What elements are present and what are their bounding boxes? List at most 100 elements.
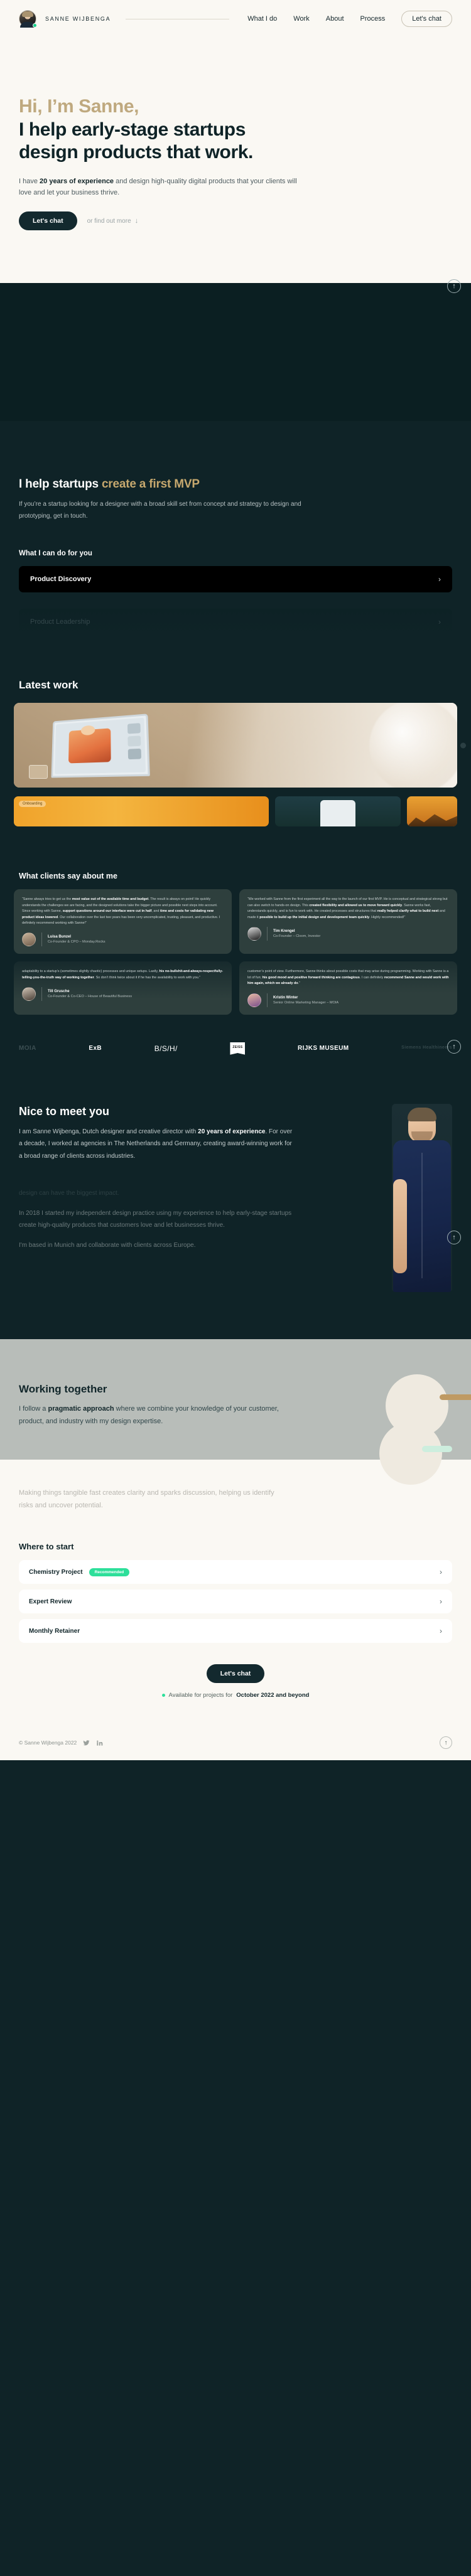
- hero-headline: Hi, I’m Sanne, I help early-stage startu…: [19, 95, 452, 164]
- author-name: Till Grusche: [48, 990, 70, 994]
- work-carousel[interactable]: [0, 703, 471, 788]
- decorative-circle-2: [379, 1421, 442, 1485]
- testimonial-quote: adaptability to a startup’s (sometimes s…: [22, 970, 224, 980]
- services-lead: If you’re a startup looking for a design…: [19, 501, 301, 520]
- mountain-shape: [407, 814, 457, 827]
- video-call-tiles: [127, 723, 142, 760]
- nav-link-what-i-do[interactable]: What I do: [247, 15, 277, 23]
- logo-zeiss: ZEISS: [230, 1042, 246, 1055]
- footer-copyright: © Sanne Wijbenga 2022: [19, 1740, 77, 1746]
- hero-headline-line2: design products that work.: [19, 142, 253, 163]
- about-paragraph-3: In 2018 I started my independent design …: [19, 1209, 292, 1229]
- work-card-thumbnail: [29, 765, 48, 779]
- work-strip: Onboarding: [0, 796, 471, 827]
- start-option-expert-review[interactable]: Expert Review ›: [19, 1590, 452, 1614]
- services-subheading: What I can do for you: [19, 550, 92, 558]
- author-avatar: [247, 926, 261, 941]
- service-row-product-discovery[interactable]: Product Discovery ›: [19, 566, 452, 593]
- about-paragraph-1: I am Sanne Wijbenga, Dutch designer and …: [19, 1126, 295, 1163]
- availability-status: Available for projects for October 2022 …: [161, 1692, 309, 1699]
- author-divider: [267, 926, 268, 941]
- scroll-to-top-button-3[interactable]: ↑: [447, 1230, 461, 1244]
- logo-rijksmuseum: RIJKS MUSEUM: [298, 1045, 349, 1052]
- where-to-start-list: Chemistry Project Recommended › Expert R…: [19, 1560, 452, 1643]
- scroll-to-top-button-1[interactable]: ↑: [447, 279, 461, 294]
- bottom-lets-chat-button[interactable]: Let's chat: [206, 1664, 265, 1684]
- laptop-screen: [54, 717, 146, 774]
- top-navigation: SANNE WIJBENGA What I do Work About Proc…: [0, 0, 471, 38]
- dark-content: I help startups create a first MVP If yo…: [0, 279, 471, 1420]
- portrait-arm: [393, 1178, 407, 1273]
- testimonial-author: Till Grusche Co-Founder & Co-CEO – House…: [22, 987, 224, 1002]
- phone-mockup: [320, 800, 355, 827]
- work-strip-card-3[interactable]: [407, 796, 457, 827]
- work-strip-card-2[interactable]: [275, 796, 401, 827]
- hero-find-out-more-label: or find out more: [87, 217, 131, 225]
- about-paragraph-2: design can have the biggest impact.: [19, 1190, 119, 1197]
- nav-link-about[interactable]: About: [326, 15, 344, 23]
- about-p1-highlight: 20 years of experience: [198, 1128, 266, 1135]
- hero-intro-highlight: 20 years of experience: [40, 177, 114, 185]
- online-status-dot: [33, 23, 37, 28]
- about-p1-a: I am Sanne Wijbenga, Dutch designer and …: [19, 1128, 198, 1135]
- nav-link-process[interactable]: Process: [360, 15, 386, 23]
- services-list: Product Discovery › Product Leadership ›: [19, 566, 452, 636]
- hero-greeting: Hi, I’m Sanne,: [19, 96, 139, 117]
- author-role: Senior Online Marketing Manager – MOIA: [273, 1000, 339, 1005]
- testimonial-quote: customer’s point of view. Furthermore, S…: [247, 970, 449, 986]
- testimonial-card: customer’s point of view. Furthermore, S…: [239, 961, 457, 1015]
- testimonial-card: adaptability to a startup’s (sometimes s…: [14, 961, 232, 1015]
- start-option-label: Monthly Retainer: [29, 1627, 80, 1635]
- testimonial-quote: “We worked with Sanne from the first exp…: [247, 897, 448, 919]
- services-heading: I help startups create a first MVP: [19, 478, 452, 491]
- about-paragraph-4: I'm based in Munich and collaborate with…: [19, 1241, 196, 1249]
- service-row-product-leadership[interactable]: Product Leadership ›: [19, 609, 452, 636]
- portrait-photo: [392, 1103, 452, 1292]
- author-divider: [41, 987, 42, 1002]
- author-name: Kristin Winter: [273, 995, 298, 1000]
- author-avatar: [247, 993, 261, 1007]
- twitter-icon[interactable]: [83, 1740, 90, 1746]
- nav-lets-chat-button[interactable]: Let's chat: [401, 11, 452, 27]
- video-tile: [127, 735, 141, 747]
- carousel-next-dot[interactable]: [460, 742, 466, 749]
- avatar: [19, 10, 37, 28]
- work-strip-card-1[interactable]: Onboarding: [14, 796, 269, 827]
- scroll-to-top-button-footer[interactable]: ↑: [440, 1736, 452, 1750]
- brand-name: SANNE WIJBENGA: [45, 16, 111, 22]
- work-card-featured[interactable]: [14, 703, 457, 788]
- hero-find-out-more[interactable]: or find out more ↓: [87, 217, 139, 225]
- scroll-to-top-button-2[interactable]: ↑: [447, 1040, 461, 1054]
- nav-link-work[interactable]: Work: [293, 15, 309, 23]
- chevron-right-icon: ›: [440, 1627, 442, 1636]
- hero-section: Hi, I’m Sanne, I help early-stage startu…: [0, 38, 471, 284]
- avatar-hair: [22, 11, 33, 17]
- start-option-label: Chemistry Project: [29, 1568, 83, 1576]
- logo-siemens-healthineers: Siemens Healthineers: [401, 1045, 452, 1050]
- about-heading: Nice to meet you: [19, 1104, 110, 1118]
- author-role: Co-Founder & Co-CEO – House of Beautiful…: [48, 995, 133, 999]
- author-divider: [41, 933, 42, 947]
- service-label: Product Discovery: [30, 575, 92, 584]
- availability-dot-icon: [161, 1694, 165, 1697]
- service-label: Product Leadership: [30, 618, 90, 626]
- author-name: Luisa Bunzel: [48, 935, 72, 939]
- logo-moia: MOIA: [19, 1045, 36, 1052]
- hero-intro: I have 20 years of experience and design…: [19, 176, 308, 199]
- working-faint-paragraph: Making things tangible fast creates clar…: [19, 1488, 274, 1509]
- start-option-chemistry-project[interactable]: Chemistry Project Recommended ›: [19, 1560, 452, 1585]
- author-name: Tim Krengel: [273, 929, 295, 933]
- linkedin-icon[interactable]: [96, 1740, 103, 1746]
- services-section: I help startups create a first MVP If yo…: [0, 279, 471, 636]
- services-heading-a: I help startups: [19, 478, 102, 491]
- services-heading-accent: create a first MVP: [101, 478, 200, 491]
- start-option-monthly-retainer[interactable]: Monthly Retainer ›: [19, 1619, 452, 1643]
- about-section: Nice to meet you I am Sanne Wijbenga, Du…: [0, 1055, 471, 1420]
- laptop-mockup: [51, 713, 150, 778]
- video-tile: [127, 723, 141, 734]
- author-divider: [267, 993, 268, 1007]
- video-tile: [127, 748, 142, 760]
- testimonials-grid-row-2: adaptability to a startup’s (sometimes s…: [14, 961, 457, 1015]
- testimonial-author: Kristin Winter Senior Online Marketing M…: [247, 993, 449, 1007]
- hero-lets-chat-button[interactable]: Let's chat: [19, 211, 77, 231]
